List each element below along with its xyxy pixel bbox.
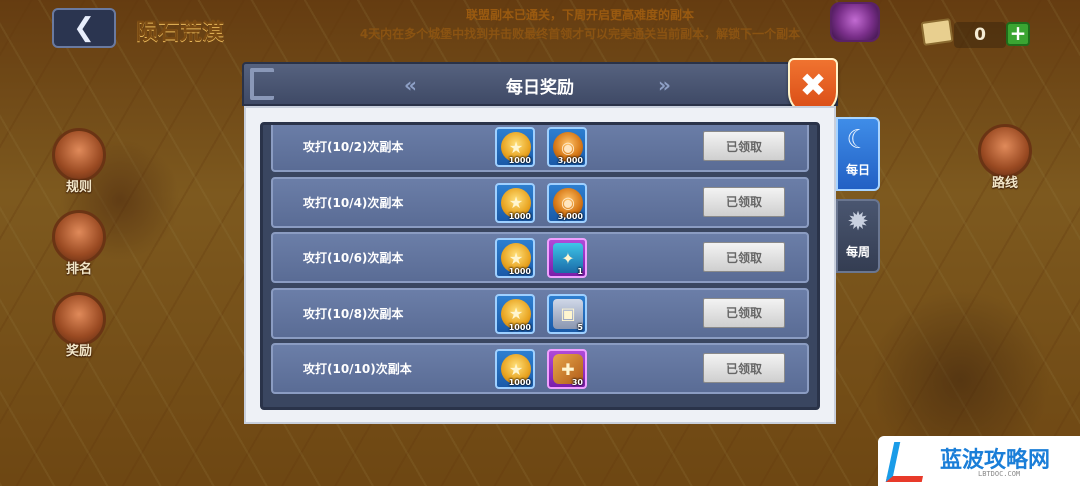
stage-title: 陨石荒漠 [136,20,225,45]
claimed-button[interactable]: 已领取 [703,186,785,217]
task-label: 攻打(10/4)次副本 [303,195,404,210]
watermark-logo-icon [885,442,931,482]
reward-amount: 1000 [508,267,531,277]
tab-daily-label: 每日 [845,163,870,177]
reward-amount: 1 [577,267,583,277]
rewards-button[interactable]: 奖励 [52,292,106,359]
rewards-label: 奖励 [65,344,92,359]
reward-row: 攻打(10/2)次副本 ★ 1000 ◉ 3,000 已领取 [271,125,809,172]
reward-list[interactable]: 攻打(10/2)次副本 ★ 1000 ◉ 3,000 已领取 攻打(10/4)次… [260,122,820,410]
gold-reward-icon[interactable]: ★ 1000 [495,349,535,390]
rules-icon [52,128,106,182]
card-reward-icon[interactable]: ✦ 1 [547,238,587,279]
gold-reward-icon[interactable]: ★ 1000 [495,238,535,279]
claimed-button[interactable]: 已领取 [703,131,785,161]
chest-reward-icon[interactable]: ▣ 5 [547,293,587,334]
map-scroll-icon [920,18,954,46]
watermark: 蓝波攻略网 LBTDOC.COM [878,436,1080,486]
reward-row: 攻打(10/10)次副本 ★ 1000 ✚ 30 已领取 [271,343,809,395]
reward-amount: 3,000 [557,211,583,221]
resource-count: 0 [954,22,1006,48]
tab-daily[interactable]: ☾ 每日 [836,117,880,191]
coin-reward-icon[interactable]: ◉ 3,000 [547,182,587,223]
gold-reward-icon[interactable]: ★ 1000 [495,182,535,223]
modal-title: 每日奖励 [506,78,574,98]
rules-button[interactable]: 规则 [52,128,106,195]
sun-icon: ✹ [847,207,869,237]
tab-weekly[interactable]: ✹ 每周 [836,199,880,273]
task-label: 攻打(10/8)次副本 [303,306,404,321]
reward-amount: 3,000 [557,156,583,165]
reward-row: 攻打(10/8)次副本 ★ 1000 ▣ 5 已领取 [271,287,809,339]
task-label: 攻打(10/2)次副本 [303,140,404,154]
notice-line-2: 4天内在多个城堡中找到并击败最终首领才可以完美通关当前副本，解锁下一个副本 [359,27,801,41]
reward-amount: 30 [571,378,583,388]
gold-reward-icon[interactable]: ★ 1000 [495,293,535,334]
route-button[interactable]: 路线 [978,124,1032,191]
ranking-label: 排名 [65,262,92,277]
watermark-url: LBTDOC.COM [978,470,1021,478]
reward-row: 攻打(10/4)次副本 ★ 1000 ◉ 3,000 已领取 [271,176,809,228]
daily-rewards-modal: « 每日奖励 » ✖ 攻打(10/2)次副本 ★ 1000 ◉ 3,000 已领… [242,58,838,424]
modal-body: 攻打(10/2)次副本 ★ 1000 ◉ 3,000 已领取 攻打(10/4)次… [244,106,836,424]
rewards-chest-icon [52,292,106,346]
ranking-icon [52,210,106,264]
task-label: 攻打(10/6)次副本 [303,251,404,266]
reward-row: 攻打(10/6)次副本 ★ 1000 ✦ 1 已领取 [271,232,809,284]
sun-moon-icon: ☾ [846,125,870,155]
back-button[interactable]: ❮ [52,8,116,48]
modal-header: « 每日奖励 » [242,62,838,106]
rules-label: 规则 [65,180,92,195]
notice-text: 联盟副本已通关，下周开启更高难度的副本 4天内在多个城堡中找到并击败最终首领才可… [330,6,830,44]
reward-amount: 1000 [508,156,531,165]
scroll-reward-icon[interactable]: ✚ 30 [547,349,587,390]
reward-amount: 5 [577,322,583,332]
reward-amount: 1000 [508,211,531,221]
notice-line-1: 联盟副本已通关，下周开启更高难度的副本 [465,8,694,22]
reward-amount: 1000 [508,322,531,332]
gold-reward-icon[interactable]: ★ 1000 [495,127,535,167]
reward-amount: 1000 [508,378,531,388]
claimed-button[interactable]: 已领取 [703,242,785,273]
next-arrow-icon: » [658,73,671,97]
claimed-button[interactable]: 已领取 [703,353,785,384]
route-label: 路线 [991,176,1018,191]
tab-weekly-label: 每周 [845,245,870,259]
task-label: 攻打(10/10)次副本 [303,362,412,377]
treasure-chest-icon[interactable] [830,2,880,42]
coin-reward-icon[interactable]: ◉ 3,000 [547,127,587,167]
claimed-button[interactable]: 已领取 [703,297,785,328]
add-resource-button[interactable]: + [1006,22,1030,46]
ranking-button[interactable]: 排名 [52,210,106,277]
route-map-icon [978,124,1032,178]
